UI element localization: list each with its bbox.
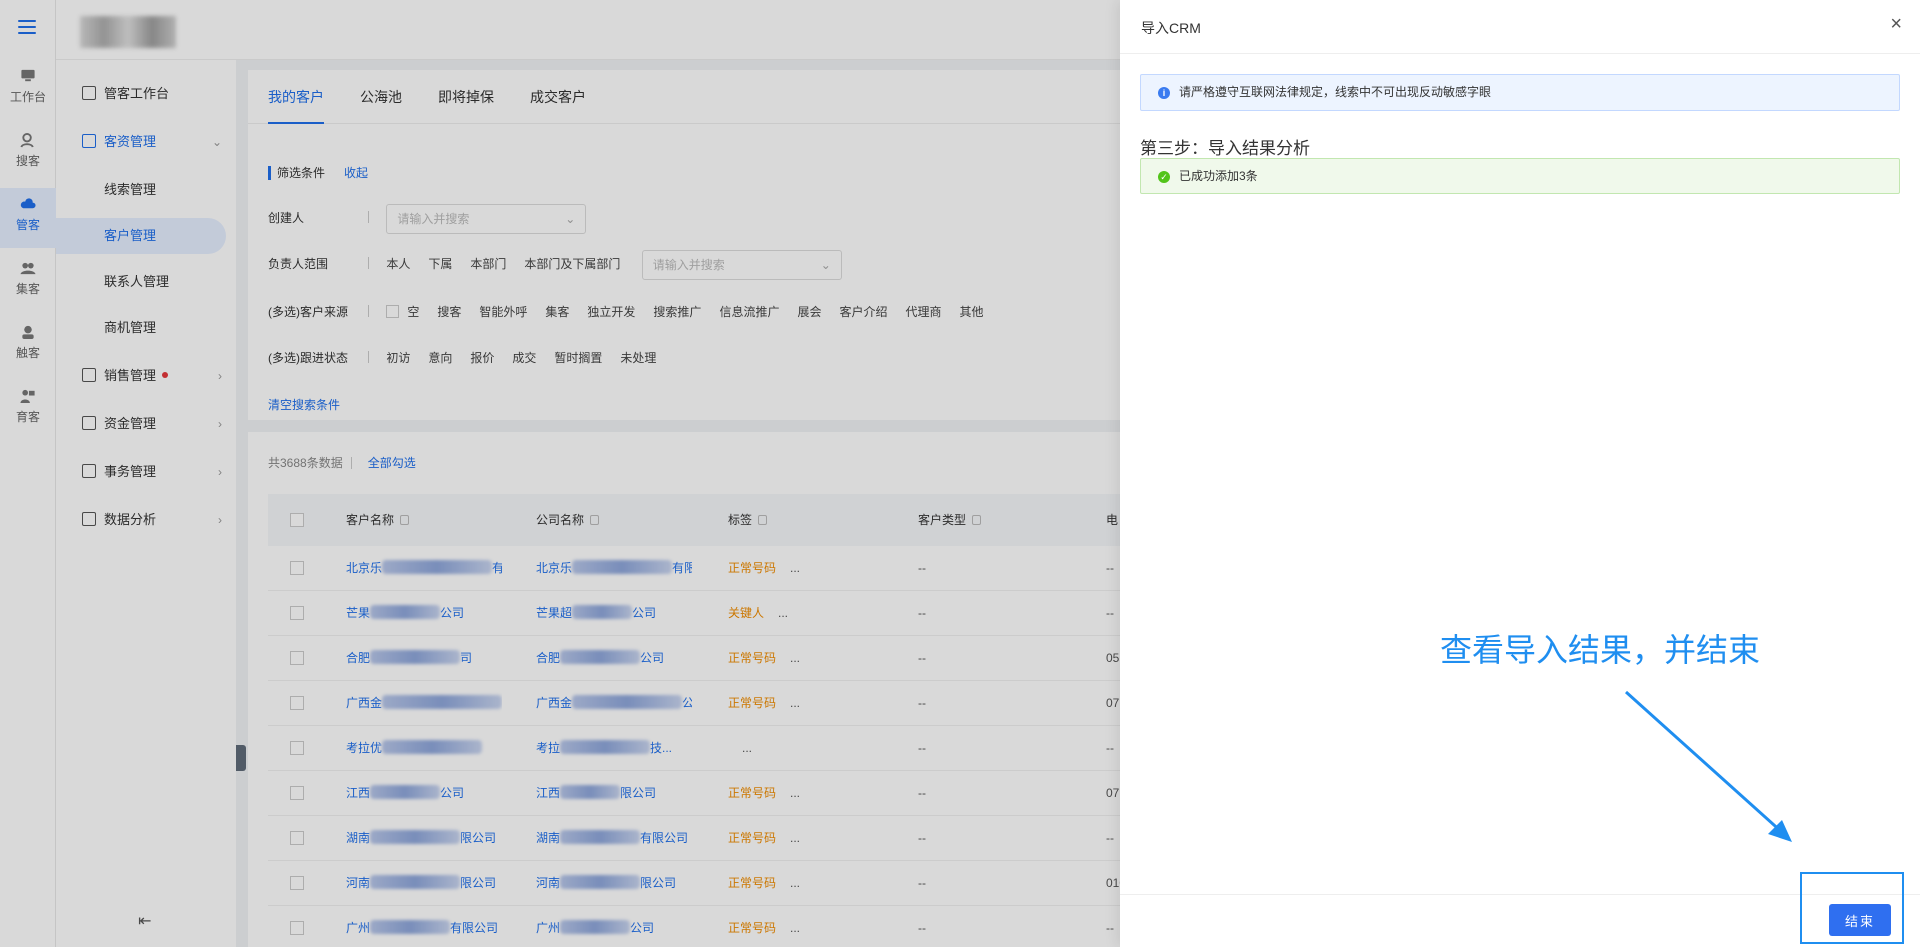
import-crm-drawer: 导入CRM × i 请严格遵守互联网法律规定，线索中不可出现反动敏感字眼 第三步…	[1120, 0, 1920, 947]
annotation-text: 查看导入结果，并结束	[1440, 631, 1761, 669]
info-icon: i	[1158, 87, 1170, 99]
finish-button[interactable]: 结束	[1829, 904, 1891, 936]
drawer-header: 导入CRM ×	[1120, 0, 1920, 54]
success-text: 已成功添加3条	[1179, 169, 1258, 183]
notice-text: 请严格遵守互联网法律规定，线索中不可出现反动敏感字眼	[1179, 85, 1492, 99]
modal-mask[interactable]	[0, 0, 1120, 947]
check-circle-icon: ✓	[1158, 171, 1170, 183]
step-title: 第三步：导入结果分析	[1140, 139, 1310, 158]
annotation-arrow-icon	[1624, 690, 1792, 842]
notice-alert: i 请严格遵守互联网法律规定，线索中不可出现反动敏感字眼	[1140, 74, 1900, 111]
success-alert: ✓ 已成功添加3条	[1140, 158, 1900, 194]
drawer-title: 导入CRM	[1141, 20, 1201, 36]
close-icon[interactable]: ×	[1890, 14, 1902, 34]
